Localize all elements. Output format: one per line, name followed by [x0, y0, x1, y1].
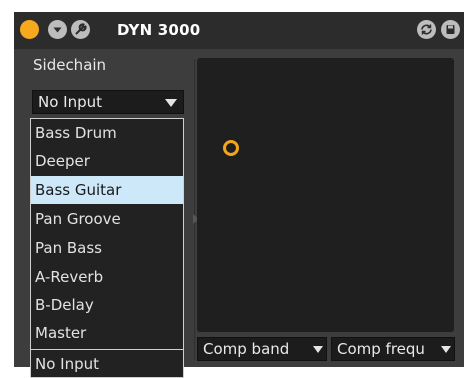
comp-band-value: Comp band: [203, 340, 290, 358]
sidechain-selected-value: No Input: [38, 93, 103, 111]
xy-display[interactable]: [197, 58, 454, 332]
menu-item-pan-bass[interactable]: Pan Bass: [31, 234, 183, 262]
swap-icon[interactable]: [417, 20, 436, 39]
menu-item-bass-guitar[interactable]: Bass Guitar: [31, 176, 183, 204]
power-icon[interactable]: [20, 20, 39, 39]
device-panel: DYN 3000 Sidechain No Input Bass Drum De…: [14, 12, 464, 378]
title-bar: DYN 3000: [14, 12, 464, 49]
menu-item-master[interactable]: Master: [31, 319, 183, 347]
save-icon[interactable]: [441, 20, 460, 39]
sidechain-label: Sidechain: [33, 56, 107, 74]
comp-frequency-value: Comp frequ: [337, 340, 425, 358]
panel-divider: [194, 59, 195, 359]
chevron-down-icon: [165, 99, 177, 107]
menu-item-a-reverb[interactable]: A-Reverb: [31, 263, 183, 291]
menu-item-pan-groove[interactable]: Pan Groove: [31, 205, 183, 233]
menu-item-b-delay[interactable]: B-Delay: [31, 291, 183, 319]
comp-band-selector[interactable]: Comp band: [197, 337, 327, 361]
chevron-down-icon: [313, 346, 323, 353]
menu-item-deeper[interactable]: Deeper: [31, 147, 183, 175]
wrench-icon[interactable]: [71, 20, 90, 39]
comp-frequency-selector[interactable]: Comp frequ: [331, 337, 455, 361]
chevron-down-icon: [441, 346, 451, 353]
chevron-down-icon[interactable]: [48, 20, 67, 39]
sidechain-menu: Bass Drum Deeper Bass Guitar Pan Groove …: [30, 118, 184, 378]
sidechain-dropdown[interactable]: No Input: [32, 90, 184, 114]
menu-item-bass-drum[interactable]: Bass Drum: [31, 119, 183, 147]
xy-marker[interactable]: [223, 140, 239, 156]
menu-item-no-input[interactable]: No Input: [31, 350, 183, 378]
device-title: DYN 3000: [117, 21, 201, 39]
